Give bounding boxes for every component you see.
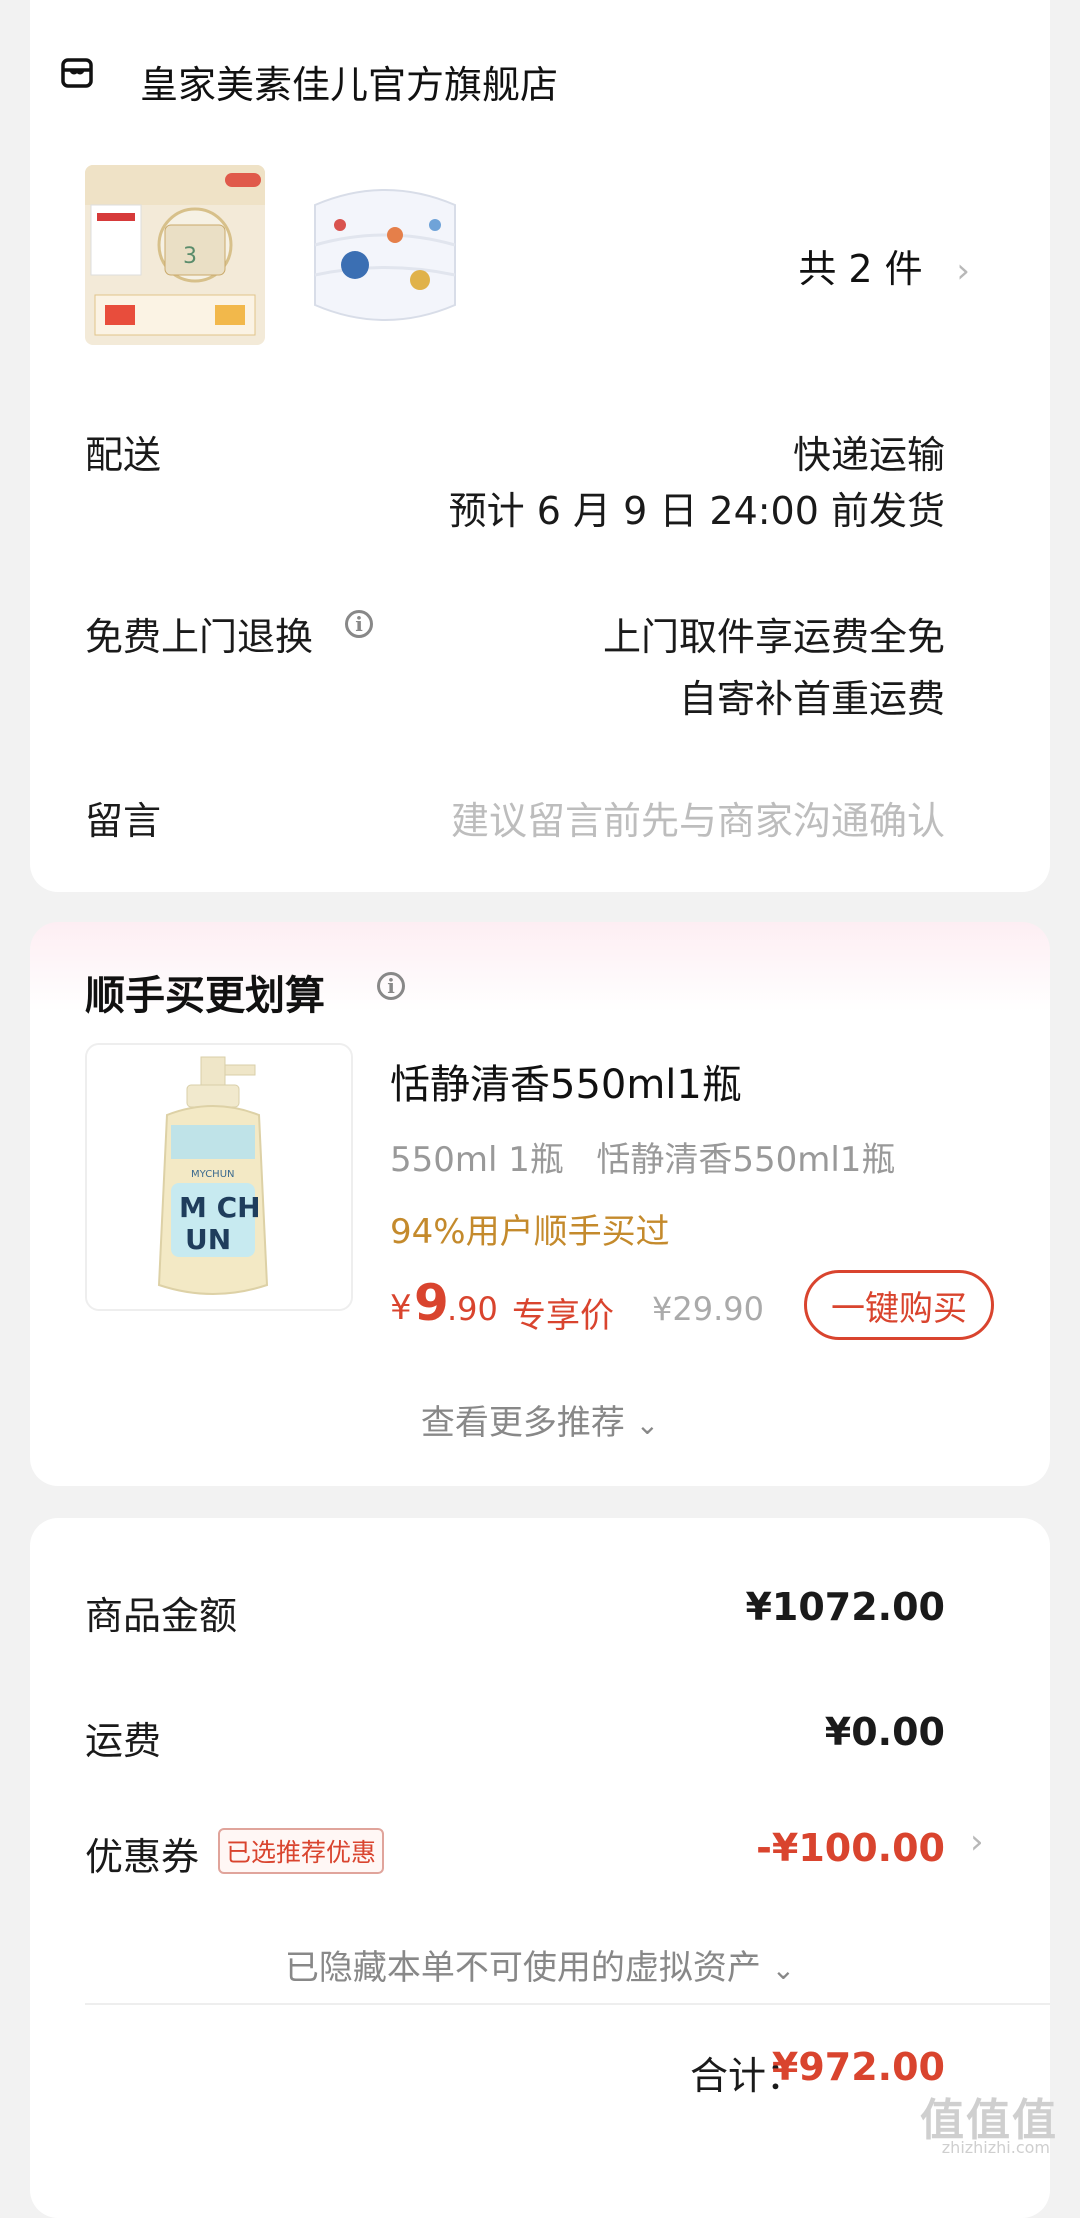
item-count-label: 共 2 件 (798, 247, 923, 291)
price-decimal: .90 (447, 1290, 498, 1328)
chevron-right-icon[interactable]: › (970, 1822, 984, 1862)
recommend-product-spec: 550ml 1瓶 恬静清香550ml1瓶 (390, 1140, 896, 1180)
price-integer: 9 (414, 1274, 449, 1332)
chevron-down-icon: ⌄ (635, 1408, 660, 1441)
svg-text:M CH: M CH (179, 1191, 261, 1224)
goods-amount-value: ¥1072.00 (745, 1585, 945, 1629)
product-thumbnail-towel[interactable] (295, 165, 475, 345)
product-thumbnail-milk-powder[interactable]: 3 (85, 165, 265, 345)
store-icon (61, 58, 93, 88)
info-icon[interactable]: i (377, 972, 405, 1000)
message-input[interactable]: 建议留言前先与商家沟通确认 (451, 790, 945, 845)
message-label: 留言 (85, 799, 162, 843)
coupon-label: 优惠券 (85, 1835, 200, 1879)
recommend-percent: 94%用户顺手买过 (390, 1212, 670, 1252)
delivery-method: 快递运输 (792, 433, 945, 477)
recommend-title: 顺手买更划算 (85, 973, 325, 1019)
shipping-value: ¥0.00 (824, 1710, 945, 1754)
divider (85, 2003, 1050, 2005)
hidden-assets-label: 已隐藏本单不可使用的虚拟资产 (284, 1948, 761, 1988)
shipping-label: 运费 (85, 1719, 162, 1763)
return-service-label: 免费上门退换 (85, 615, 314, 659)
svg-text:3: 3 (183, 244, 197, 269)
bottle-brand-text: MYCHUN (191, 1169, 235, 1180)
chevron-right-icon: › (934, 251, 970, 291)
delivery-eta: 预计 6 月 9 日 24:00 前发货 (448, 489, 945, 533)
svg-text:UN: UN (185, 1223, 231, 1256)
price-tag: 专享价 (512, 1296, 614, 1336)
recommend-product-name[interactable]: 恬静清香550ml1瓶 (390, 1052, 742, 1110)
chevron-down-icon: ⌄ (771, 1953, 796, 1986)
info-icon[interactable]: i (345, 610, 373, 638)
original-price: ¥29.90 (652, 1290, 764, 1328)
return-service-line1: 上门取件享运费全免 (602, 615, 945, 659)
coupon-value[interactable]: -¥100.00 (756, 1826, 945, 1870)
coupon-badge: 已选推荐优惠 (218, 1828, 385, 1874)
goods-amount-label: 商品金额 (85, 1594, 238, 1638)
one-click-buy-button[interactable]: 一键购买 (804, 1270, 994, 1340)
store-name[interactable]: 皇家美素佳儿官方旗舰店 (140, 54, 558, 109)
more-recommend-label: 查看更多推荐 (420, 1403, 625, 1443)
watermark-url: zhizhizhi.com (941, 2138, 1050, 2157)
item-count[interactable]: 共 2 件 › (798, 238, 970, 293)
recommend-product-image[interactable]: MYCHUN M CH UN (85, 1043, 353, 1311)
hidden-assets-toggle[interactable]: 已隐藏本单不可使用的虚拟资产 ⌄ (0, 1940, 1080, 1989)
delivery-label: 配送 (85, 433, 162, 477)
price-currency: ¥ (390, 1288, 412, 1328)
total-value: ¥972.00 (771, 2045, 945, 2089)
return-service-line2: 自寄补首重运费 (678, 677, 945, 721)
more-recommend-link[interactable]: 查看更多推荐 ⌄ (0, 1395, 1080, 1444)
